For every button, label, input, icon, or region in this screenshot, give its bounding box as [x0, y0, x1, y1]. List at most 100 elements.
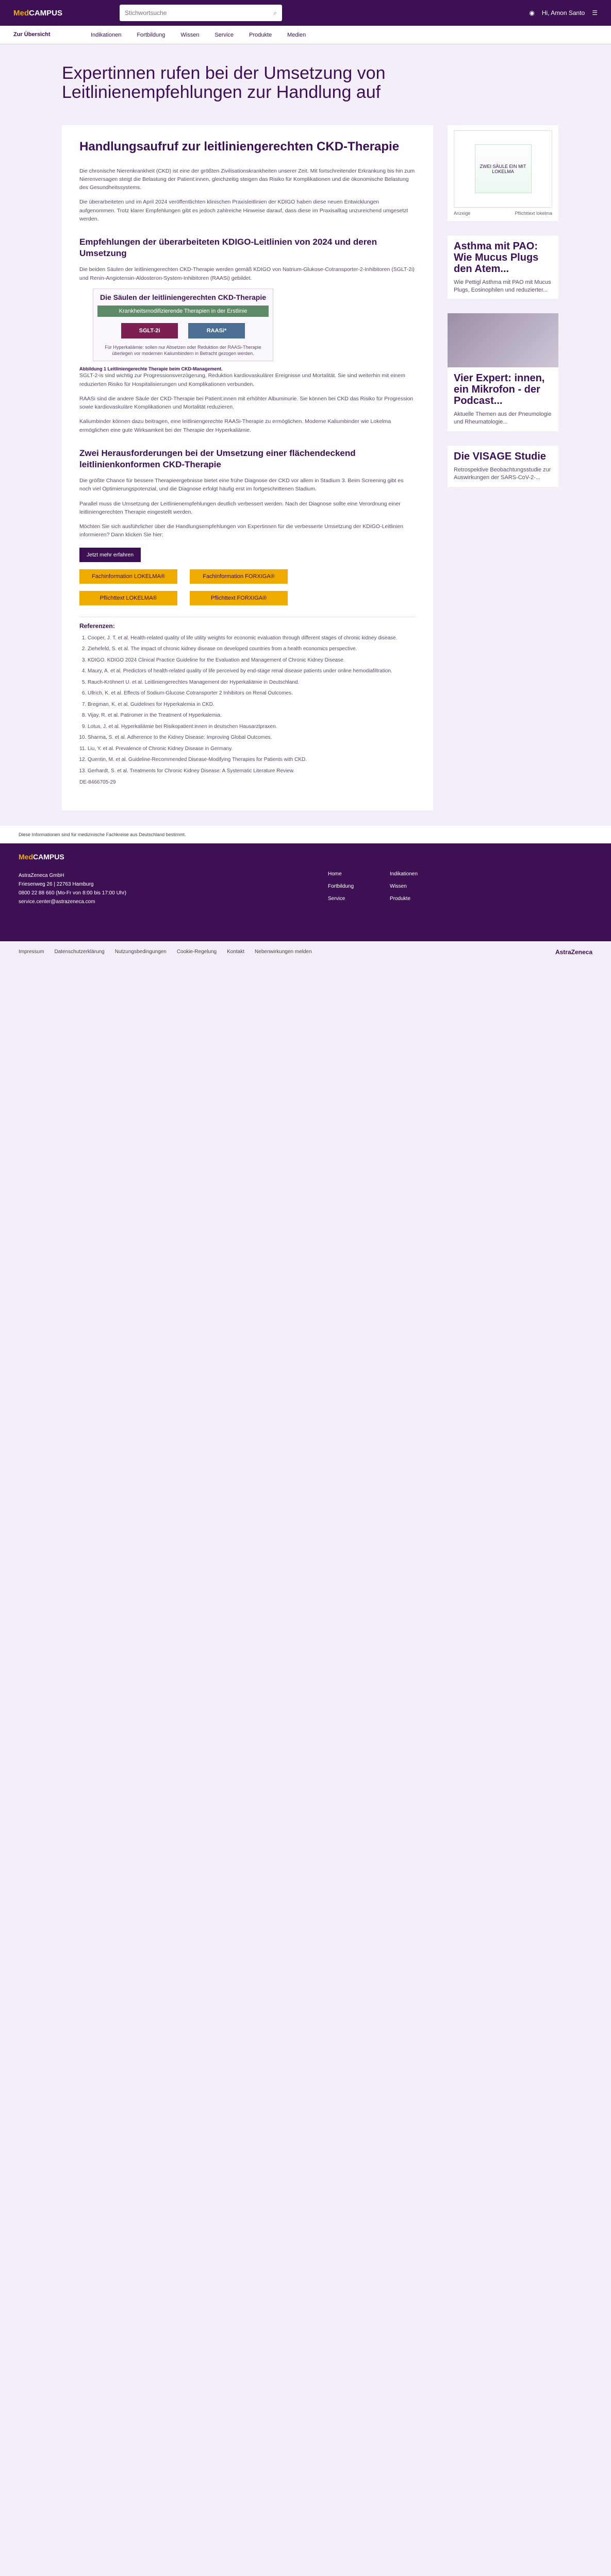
back-link[interactable]: Zur Übersicht	[13, 31, 75, 38]
more-info-button[interactable]: Jetzt mehr erfahren	[79, 547, 141, 562]
reference-item: Maury, A. et al. Predictors of health-re…	[88, 668, 416, 675]
reference-item: Quentin, M. et al. Guideline-Recommended…	[88, 756, 416, 764]
reference-item: Bregman, K. et al. Guidelines for Hyperk…	[88, 701, 416, 708]
footer-link-indikationen[interactable]: Indikationen	[390, 871, 452, 882]
article-paragraph: SGLT-2-is sind wichtig zur Progressionsv…	[79, 372, 405, 387]
search-icon[interactable]: ⌕	[273, 9, 277, 17]
reference-item: Rauch-Kröhnert U. et al. Leitliniengerec…	[88, 679, 416, 686]
astrazeneca-logo: AstraZeneca	[555, 948, 592, 956]
user-icon: ◉	[529, 9, 535, 16]
article-card: Handlungsaufruf zur leitliniengerechten …	[62, 125, 433, 810]
secondary-navigation: Zur Übersicht Indikationen Fortbildung W…	[0, 26, 611, 44]
search-field[interactable]: Stichwortsuche ⌕	[120, 5, 282, 21]
nav-service[interactable]: Service	[214, 32, 234, 38]
reference-item: Sharma, S. et al. Adherence to the Kidne…	[88, 734, 416, 741]
sidebar: ZWEI SÄULE EIN MIT LOKELMA Anzeige Pflic…	[448, 125, 558, 810]
terms-link[interactable]: Nutzungsbedingungen	[115, 949, 167, 955]
section-heading: Zwei Herausforderungen bei der Umsetzung…	[79, 448, 356, 469]
user-greeting: Hi, Amon Santo	[541, 9, 585, 16]
reference-item: Vijay, R. et al. Patiromer in the Treatm…	[88, 712, 416, 719]
article-paragraph: Die chronische Nierenkrankheit (CKD) ist…	[79, 167, 415, 191]
footer-logo[interactable]: MedCAMPUS	[19, 853, 592, 861]
medcampus-logo[interactable]: MedCAMPUS	[13, 9, 111, 18]
figure-title: Die Säulen der leitliniengerechten CKD-T…	[100, 293, 267, 301]
nav-medien[interactable]: Medien	[287, 32, 306, 38]
teaser-text: Wie Pettigl Asthma mit PAO mit Mucus Plu…	[454, 279, 551, 293]
footer-address: AstraZeneca GmbH Friesenweg 26 | 22763 H…	[19, 871, 240, 906]
impressum-link[interactable]: Impressum	[19, 949, 44, 955]
email-line[interactable]: service.center@astrazeneca.com	[19, 897, 240, 906]
footer-link-service[interactable]: Service	[328, 896, 390, 906]
address-line: Friesenweg 26 | 22763 Hamburg	[19, 881, 94, 887]
teaser-text: Retrospektive Beobachtungsstudie zur Aus…	[454, 467, 551, 481]
menu-icon[interactable]: ☰	[592, 9, 598, 16]
cta-wrapper: Jetzt mehr erfahren	[79, 547, 416, 562]
phone-line[interactable]: 0800 22 88 660 (Mo-Fr von 8:00 bis 17:00…	[19, 889, 240, 897]
pflichttext-forxiga-button[interactable]: Pflichttext FORXIGA®	[190, 590, 288, 605]
search-input[interactable]: Stichwortsuche	[125, 9, 167, 16]
section-heading: Empfehlungen der überarbeiteten KDIGO-Le…	[79, 237, 377, 259]
teaser-title: Die VISAGE Studie	[454, 451, 546, 463]
teaser-title: Asthma mit PAO: Wie Mucus Plugs den Atem…	[454, 240, 539, 275]
references-list: Cooper, J. T. et al. Health-related qual…	[79, 635, 416, 775]
article-paragraph: Die überarbeiteten und im April 2024 ver…	[79, 199, 408, 222]
pflichttext-lokelma-button[interactable]: Pflichttext LOKELMA®	[79, 590, 177, 605]
lokelma-ad[interactable]: ZWEI SÄULE EIN MIT LOKELMA	[474, 144, 532, 194]
ad-labels: Anzeige Pflichttext lokelma	[454, 211, 552, 216]
address-line: AstraZeneca GmbH	[19, 872, 64, 878]
footer-columns: AstraZeneca GmbH Friesenweg 26 | 22763 H…	[19, 871, 592, 906]
fachinformation-lokelma-button[interactable]: Fachinformation LOKELMA®	[79, 569, 177, 584]
article-paragraph: RAASi sind die andere Säule der CKD-Ther…	[79, 395, 414, 411]
article-paragraph: Die beiden Säulen der leitliniengerechte…	[79, 266, 415, 281]
cookie-link[interactable]: Cookie-Regelung	[177, 949, 217, 955]
fachinformation-forxiga-button[interactable]: Fachinformation FORXIGA®	[190, 569, 288, 584]
user-menu[interactable]: ◉ Hi, Amon Santo ☰	[529, 9, 598, 16]
pill-row-top: Fachinformation LOKELMA® Fachinformation…	[79, 569, 416, 584]
article-paragraph: Kaliumbinder können dazu beitragen, eine…	[79, 418, 391, 433]
disclaimer-text: Diese Informationen sind für medizinisch…	[19, 832, 186, 837]
raasi-pillar: RAASi*	[188, 323, 245, 338]
nav-indikationen[interactable]: Indikationen	[91, 32, 121, 38]
sglt-pillar: SGLT-2i	[121, 323, 178, 338]
ad-label: Anzeige	[454, 210, 471, 216]
ad-banner[interactable]: ZWEI SÄULE EIN MIT LOKELMA	[454, 130, 552, 208]
teaser-card[interactable]: Die VISAGE Studie Retrospektive Beobacht…	[448, 446, 558, 487]
references-title: Referenzen:	[79, 622, 115, 630]
article-paragraph: Die größte Chance für bessere Therapieer…	[79, 478, 404, 493]
footer-link-fortbildung[interactable]: Fortbildung	[328, 884, 390, 894]
references-section: Referenzen: Cooper, J. T. et al. Health-…	[79, 616, 416, 787]
teaser-title: Vier Expert: innen, ein Mikrofon - der P…	[454, 372, 545, 407]
reference-item: Gerhardt, S. et al. Treatments for Chron…	[88, 768, 416, 775]
content-layout: Handlungsaufruf zur leitliniengerechten …	[62, 125, 611, 810]
therapy-figure: Die Säulen der leitliniengerechten CKD-T…	[93, 288, 273, 362]
bottom-links: Impressum Datenschutzerklärung Nutzungsb…	[0, 941, 611, 963]
reference-item: KDIGO. KDIGO 2024 Clinical Practice Guid…	[88, 657, 416, 664]
footer-link-produkte[interactable]: Produkte	[390, 896, 452, 906]
article-paragraph: Möchten Sie sich ausführlicher über die …	[79, 523, 404, 538]
section-heading: Handlungsaufruf zur leitliniengerechten …	[79, 139, 400, 154]
nav-produkte[interactable]: Produkte	[249, 32, 272, 38]
teaser-card[interactable]: Vier Expert: innen, ein Mikrofon - der P…	[448, 313, 558, 432]
ad-card: ZWEI SÄULE EIN MIT LOKELMA Anzeige Pflic…	[448, 125, 558, 221]
figure-band: Krankheitsmodifizierende Therapien in de…	[97, 305, 269, 317]
reference-item: Liu, Y. et al. Prevalence of Chronic Kid…	[88, 745, 416, 753]
page-title: Expertinnen rufen bei der Umsetzung von …	[62, 63, 386, 103]
side-effects-link[interactable]: Nebenwirkungen melden	[255, 949, 312, 955]
nav-wissen[interactable]: Wissen	[180, 32, 199, 38]
figure-note: Für Hyperkaliämie: sollen nur Absetzen o…	[105, 344, 261, 356]
contact-link[interactable]: Kontakt	[227, 949, 244, 955]
footer-disclaimer: Diese Informationen sind für medizinisch…	[0, 825, 611, 843]
podcast-image	[448, 313, 558, 368]
ad-pflichttext-link[interactable]: Pflichttext lokelma	[515, 211, 552, 216]
teaser-card[interactable]: Asthma mit PAO: Wie Mucus Plugs den Atem…	[448, 235, 558, 299]
nav-fortbildung[interactable]: Fortbildung	[137, 32, 165, 38]
privacy-link[interactable]: Datenschutzerklärung	[54, 949, 104, 955]
reference-item: Ziehefeld, S. et al. The impact of chron…	[88, 646, 416, 653]
footer-link-wissen[interactable]: Wissen	[390, 884, 452, 894]
footer-link-home[interactable]: Home	[328, 871, 390, 882]
reference-item: Lotus, J. et al. Hyperkaliämie bei Risik…	[88, 723, 416, 731]
figure-pillars: SGLT-2i RAASi*	[97, 323, 269, 338]
footer: MedCAMPUS AstraZeneca GmbH Friesenweg 26…	[0, 843, 611, 941]
article-paragraph: Parallel muss die Umsetzung der Leitlini…	[79, 500, 401, 515]
pill-row-bottom: Pflichttext LOKELMA® Pflichttext FORXIGA…	[79, 590, 416, 605]
